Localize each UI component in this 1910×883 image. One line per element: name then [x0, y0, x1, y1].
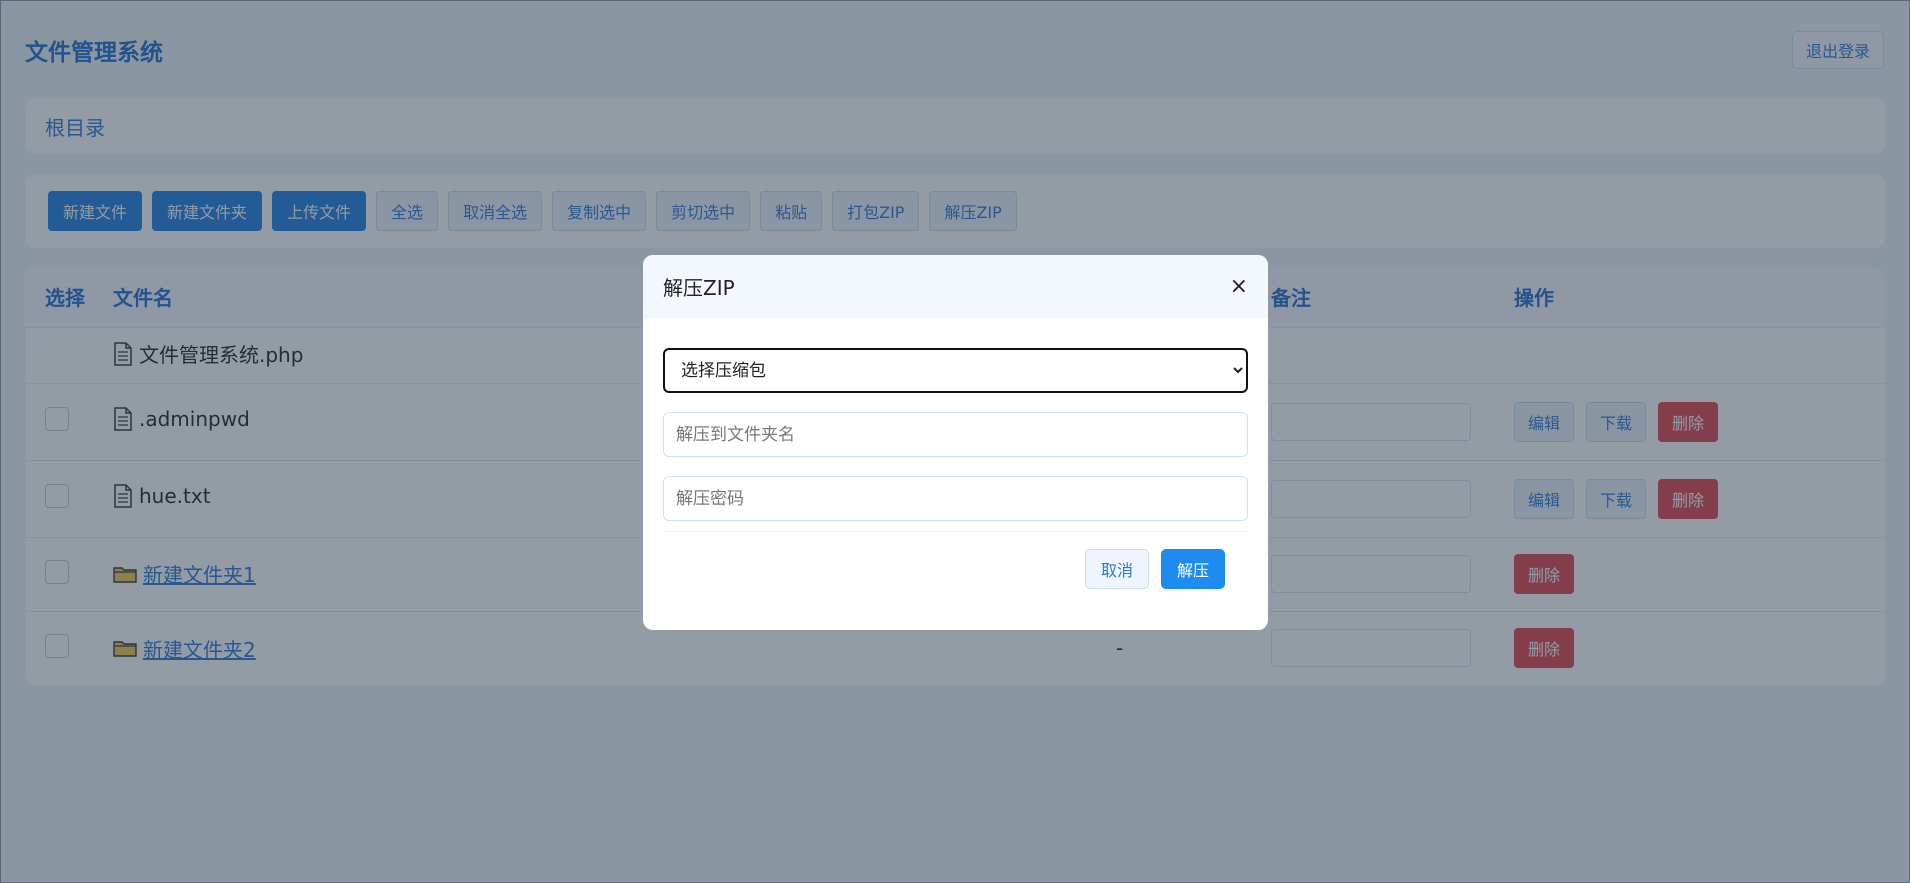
extract-password-input[interactable] — [663, 476, 1248, 521]
extract-folder-input[interactable] — [663, 412, 1248, 457]
modal-header: 解压ZIP × — [643, 255, 1268, 318]
modal-footer: 取消 解压 — [643, 532, 1268, 589]
zip-archive-select[interactable]: 选择压缩包 — [663, 348, 1248, 393]
modal-body: 选择压缩包 — [643, 318, 1268, 532]
close-icon[interactable]: × — [1230, 275, 1248, 298]
cancel-button[interactable]: 取消 — [1084, 549, 1149, 589]
extract-button[interactable]: 解压 — [1160, 549, 1225, 589]
modal-title: 解压ZIP — [663, 276, 735, 300]
unzip-modal: 解压ZIP × 选择压缩包 取消 解压 — [643, 255, 1268, 630]
